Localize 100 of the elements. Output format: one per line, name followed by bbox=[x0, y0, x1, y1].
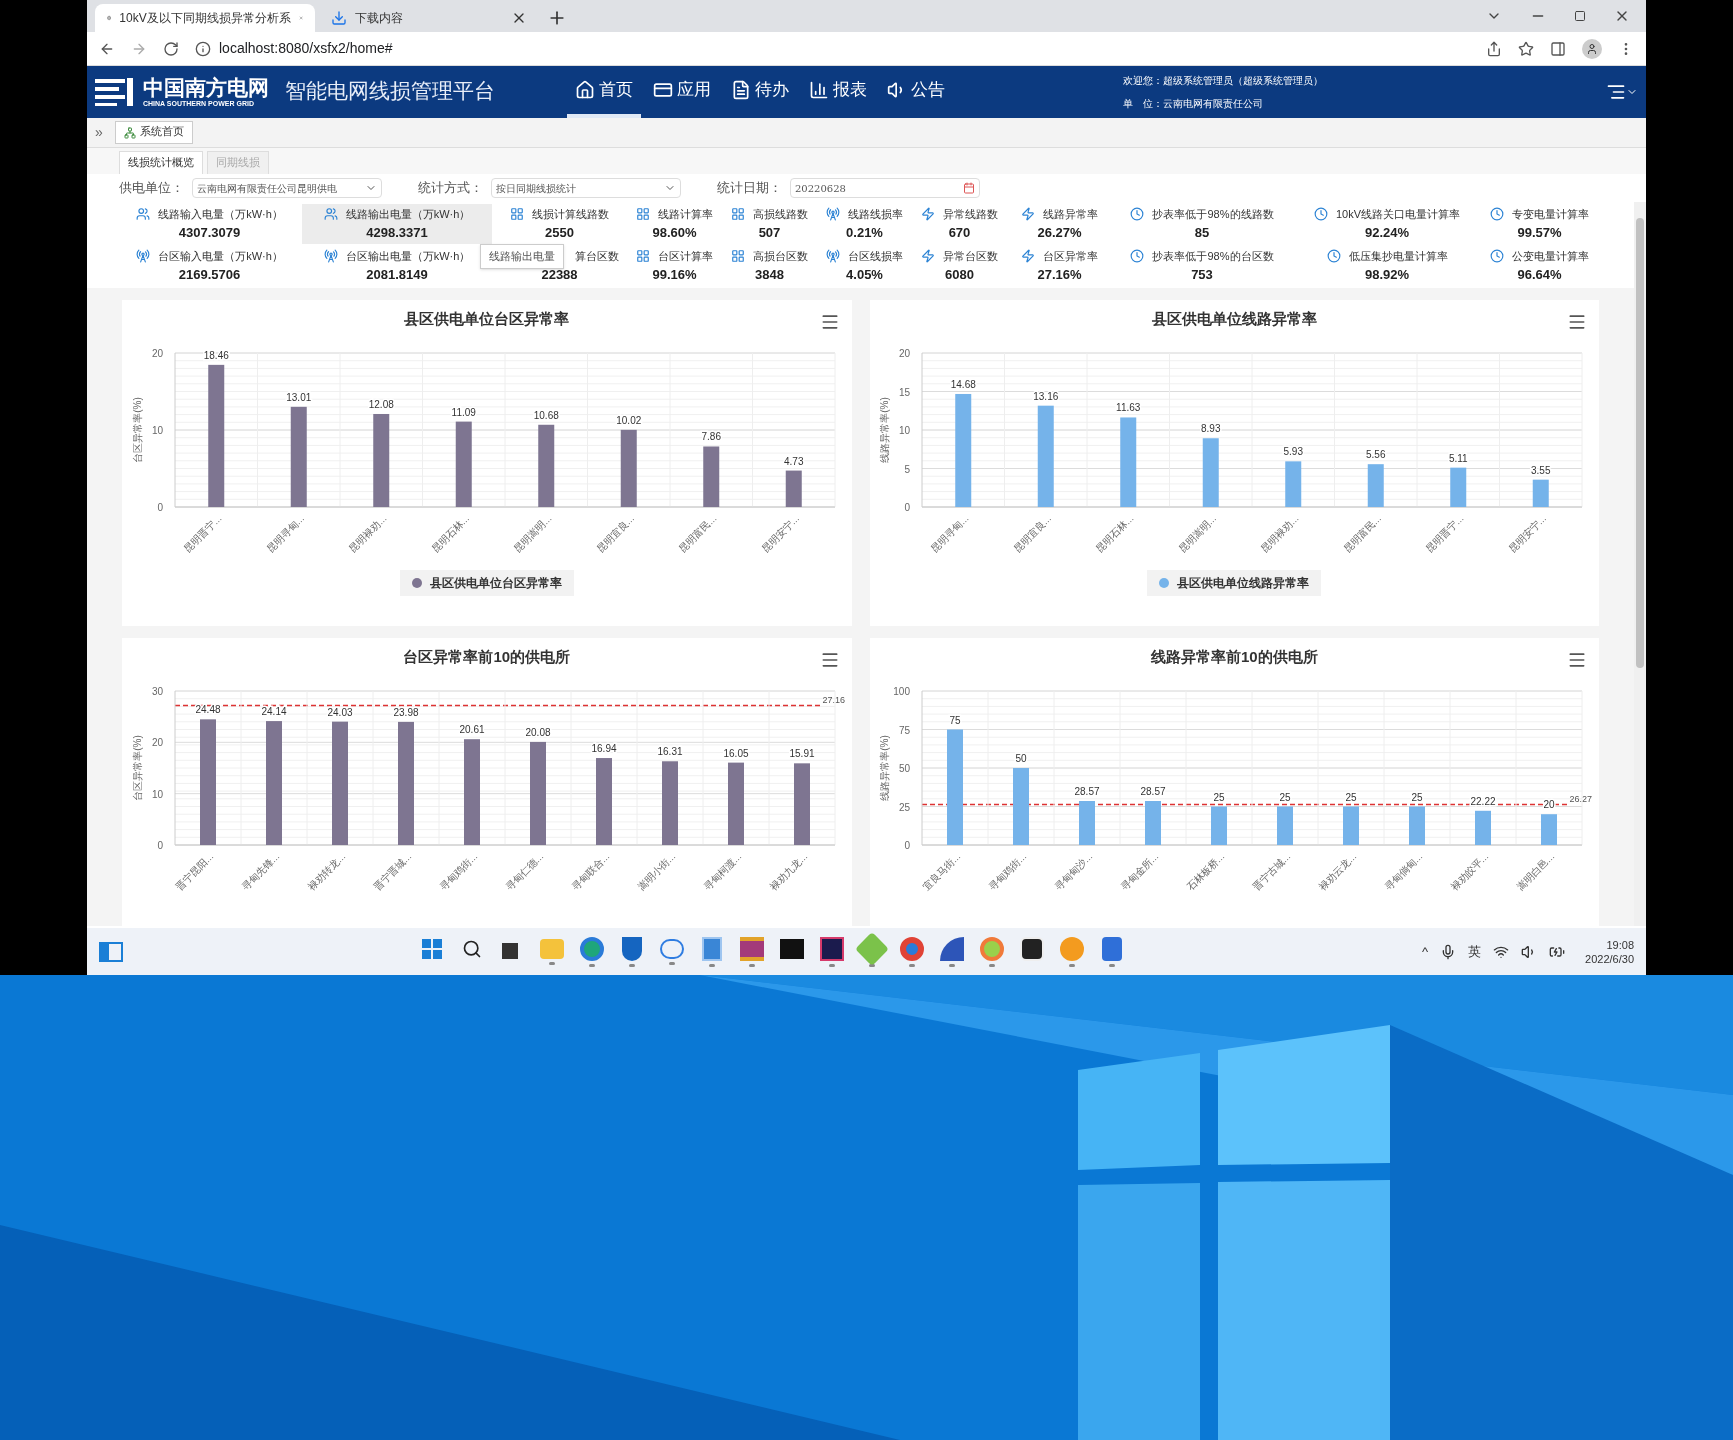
data-label: 25 bbox=[1411, 791, 1423, 802]
category-label: 昆明石林... bbox=[1093, 512, 1136, 555]
people-icon bbox=[323, 207, 338, 222]
clock-icon bbox=[1490, 207, 1504, 222]
chart-title: 线路异常率前10的供电所 bbox=[1150, 647, 1318, 667]
nav-tab[interactable]: 报表 bbox=[801, 66, 875, 118]
select-field[interactable]: 云南电网有限责任公司昆明供电 bbox=[192, 178, 382, 198]
stat-label: 台区线损率 bbox=[848, 249, 903, 264]
side-panel-icon[interactable] bbox=[1550, 40, 1566, 57]
tray-toggle[interactable]: ^ bbox=[1421, 941, 1429, 962]
stat-label: 线路输入电量（万kW·h） bbox=[158, 207, 283, 222]
nav-tab[interactable]: 待办 bbox=[723, 66, 797, 118]
data-label: 24.03 bbox=[327, 706, 353, 718]
grid-icon bbox=[510, 207, 524, 222]
data-label: 3.55 bbox=[1531, 464, 1551, 476]
axis-tick: 0 bbox=[157, 839, 163, 851]
stat-label: 线损计算线路数 bbox=[532, 207, 609, 222]
category-label: 晋宁古城... bbox=[1250, 850, 1293, 893]
profile-icon[interactable] bbox=[1582, 38, 1602, 59]
clock[interactable]: 19:08 2022/6/30 bbox=[1585, 937, 1634, 966]
chart-legend[interactable]: 县区供电单位线路异常率 bbox=[1147, 569, 1322, 596]
chart-legend[interactable]: 县区供电单位台区异常率 bbox=[399, 569, 574, 596]
axis-tick: 75 bbox=[899, 724, 911, 735]
select-field[interactable]: 按日同期线损统计 bbox=[491, 178, 681, 198]
input-method[interactable]: 英 bbox=[1468, 941, 1482, 962]
stat-label: 抄表率低于98%的线路数 bbox=[1152, 207, 1274, 222]
data-label: 24.48 bbox=[195, 703, 221, 715]
data-label: 13.16 bbox=[1033, 390, 1059, 402]
clock-icon bbox=[1490, 249, 1504, 264]
axis-tick: 100 bbox=[893, 685, 911, 697]
category-label: 昆明寻甸... bbox=[928, 512, 971, 555]
maximize-icon[interactable] bbox=[1574, 10, 1586, 22]
browser-tab[interactable]: 10kV及以下同期线损异常分析系 bbox=[95, 4, 315, 32]
chart-title: 县区供电单位台区异常率 bbox=[404, 309, 570, 329]
stat-label: 10kV线路关口电量计算率 bbox=[1335, 207, 1461, 222]
welcome-text: 欢迎您：超级系统管理员（超级系统管理员） bbox=[1123, 74, 1323, 88]
tower-icon bbox=[826, 207, 840, 222]
stat-label: 公变电量计算率 bbox=[1512, 249, 1589, 264]
network-icon bbox=[123, 126, 136, 139]
date-field[interactable]: 20220628 bbox=[790, 178, 980, 198]
stat-value: 98.60% bbox=[652, 223, 697, 242]
address-field[interactable]: localhost:8080/xsfx2/home# bbox=[195, 38, 393, 59]
sub-tab[interactable]: 线损统计概览 bbox=[119, 150, 203, 174]
data-label: 12.08 bbox=[368, 398, 394, 410]
share-icon[interactable] bbox=[1486, 40, 1502, 57]
stat-value: 98.92% bbox=[1364, 265, 1410, 284]
category-label: 禄劝转龙... bbox=[305, 850, 348, 893]
data-label: 20 bbox=[1543, 798, 1555, 810]
nav-tab[interactable]: 公告 bbox=[879, 66, 953, 118]
grid-icon bbox=[731, 249, 745, 264]
stat-value: 85 bbox=[1194, 223, 1210, 242]
menu-icon[interactable] bbox=[1567, 650, 1587, 670]
scrollbar[interactable] bbox=[1634, 202, 1646, 926]
filter-label: 统计日期： bbox=[717, 179, 782, 198]
stat-label: 异常台区数 bbox=[943, 249, 998, 264]
expand-toggle[interactable]: » bbox=[95, 122, 103, 143]
menu-icon[interactable] bbox=[1567, 312, 1587, 332]
category-label: 寻甸柯渡... bbox=[701, 850, 744, 893]
category-label: 昆明宜良... bbox=[593, 512, 636, 555]
category-label: 宜良马街... bbox=[920, 850, 963, 893]
category-label: 禄劝皎平... bbox=[1448, 850, 1491, 893]
category-label: 昆明禄劝... bbox=[1258, 512, 1301, 555]
clock-icon bbox=[1130, 207, 1145, 222]
category-label: 寻甸鸡街... bbox=[986, 850, 1029, 893]
page-tab[interactable]: 系统首页 bbox=[114, 121, 193, 144]
category-label: 寻甸联合... bbox=[569, 850, 612, 893]
data-label: 5.11 bbox=[1449, 452, 1468, 464]
category-label: 寻甸先锋... bbox=[239, 850, 282, 893]
axis-tick: 0 bbox=[904, 501, 911, 513]
data-label: 50 bbox=[1015, 752, 1027, 764]
stat-value: 92.24% bbox=[1364, 223, 1410, 242]
data-label: 7.86 bbox=[701, 431, 721, 442]
category-label: 昆明禄劝... bbox=[346, 512, 389, 555]
widgets-icon[interactable] bbox=[99, 941, 123, 962]
nav-tab[interactable]: 应用 bbox=[645, 66, 719, 118]
bar bbox=[1533, 479, 1549, 507]
bar bbox=[1450, 467, 1467, 507]
bar bbox=[785, 470, 802, 507]
stat-value: 4.05% bbox=[846, 265, 883, 284]
stat-label: 抄表率低于98%的台区数 bbox=[1152, 249, 1274, 264]
axis-tick: 0 bbox=[157, 501, 163, 513]
menu-icon[interactable] bbox=[1606, 82, 1638, 102]
data-label: 5.93 bbox=[1283, 445, 1304, 457]
category-label: 禄劝九龙... bbox=[767, 850, 810, 893]
axis-tick: 50 bbox=[899, 762, 911, 774]
category-label: 寻甸倘甸... bbox=[1382, 850, 1425, 893]
todo-icon bbox=[731, 80, 751, 100]
reload-icon[interactable] bbox=[163, 40, 179, 57]
bar bbox=[703, 446, 719, 507]
category-label: 昆明安宁... bbox=[758, 512, 801, 555]
browser-tab[interactable]: 下载内容 bbox=[319, 4, 539, 32]
data-label: 4.73 bbox=[783, 455, 804, 467]
category-label: 寻甸甸沙... bbox=[1052, 850, 1095, 893]
category-label: 嵩明小街... bbox=[635, 850, 678, 893]
stat-value: 26.27% bbox=[1037, 223, 1082, 242]
bar bbox=[1285, 460, 1302, 507]
axis-tick: 20 bbox=[151, 347, 163, 359]
tower-icon bbox=[323, 249, 338, 264]
bookmark-icon[interactable] bbox=[1518, 40, 1534, 57]
lightning-icon bbox=[1021, 249, 1035, 264]
